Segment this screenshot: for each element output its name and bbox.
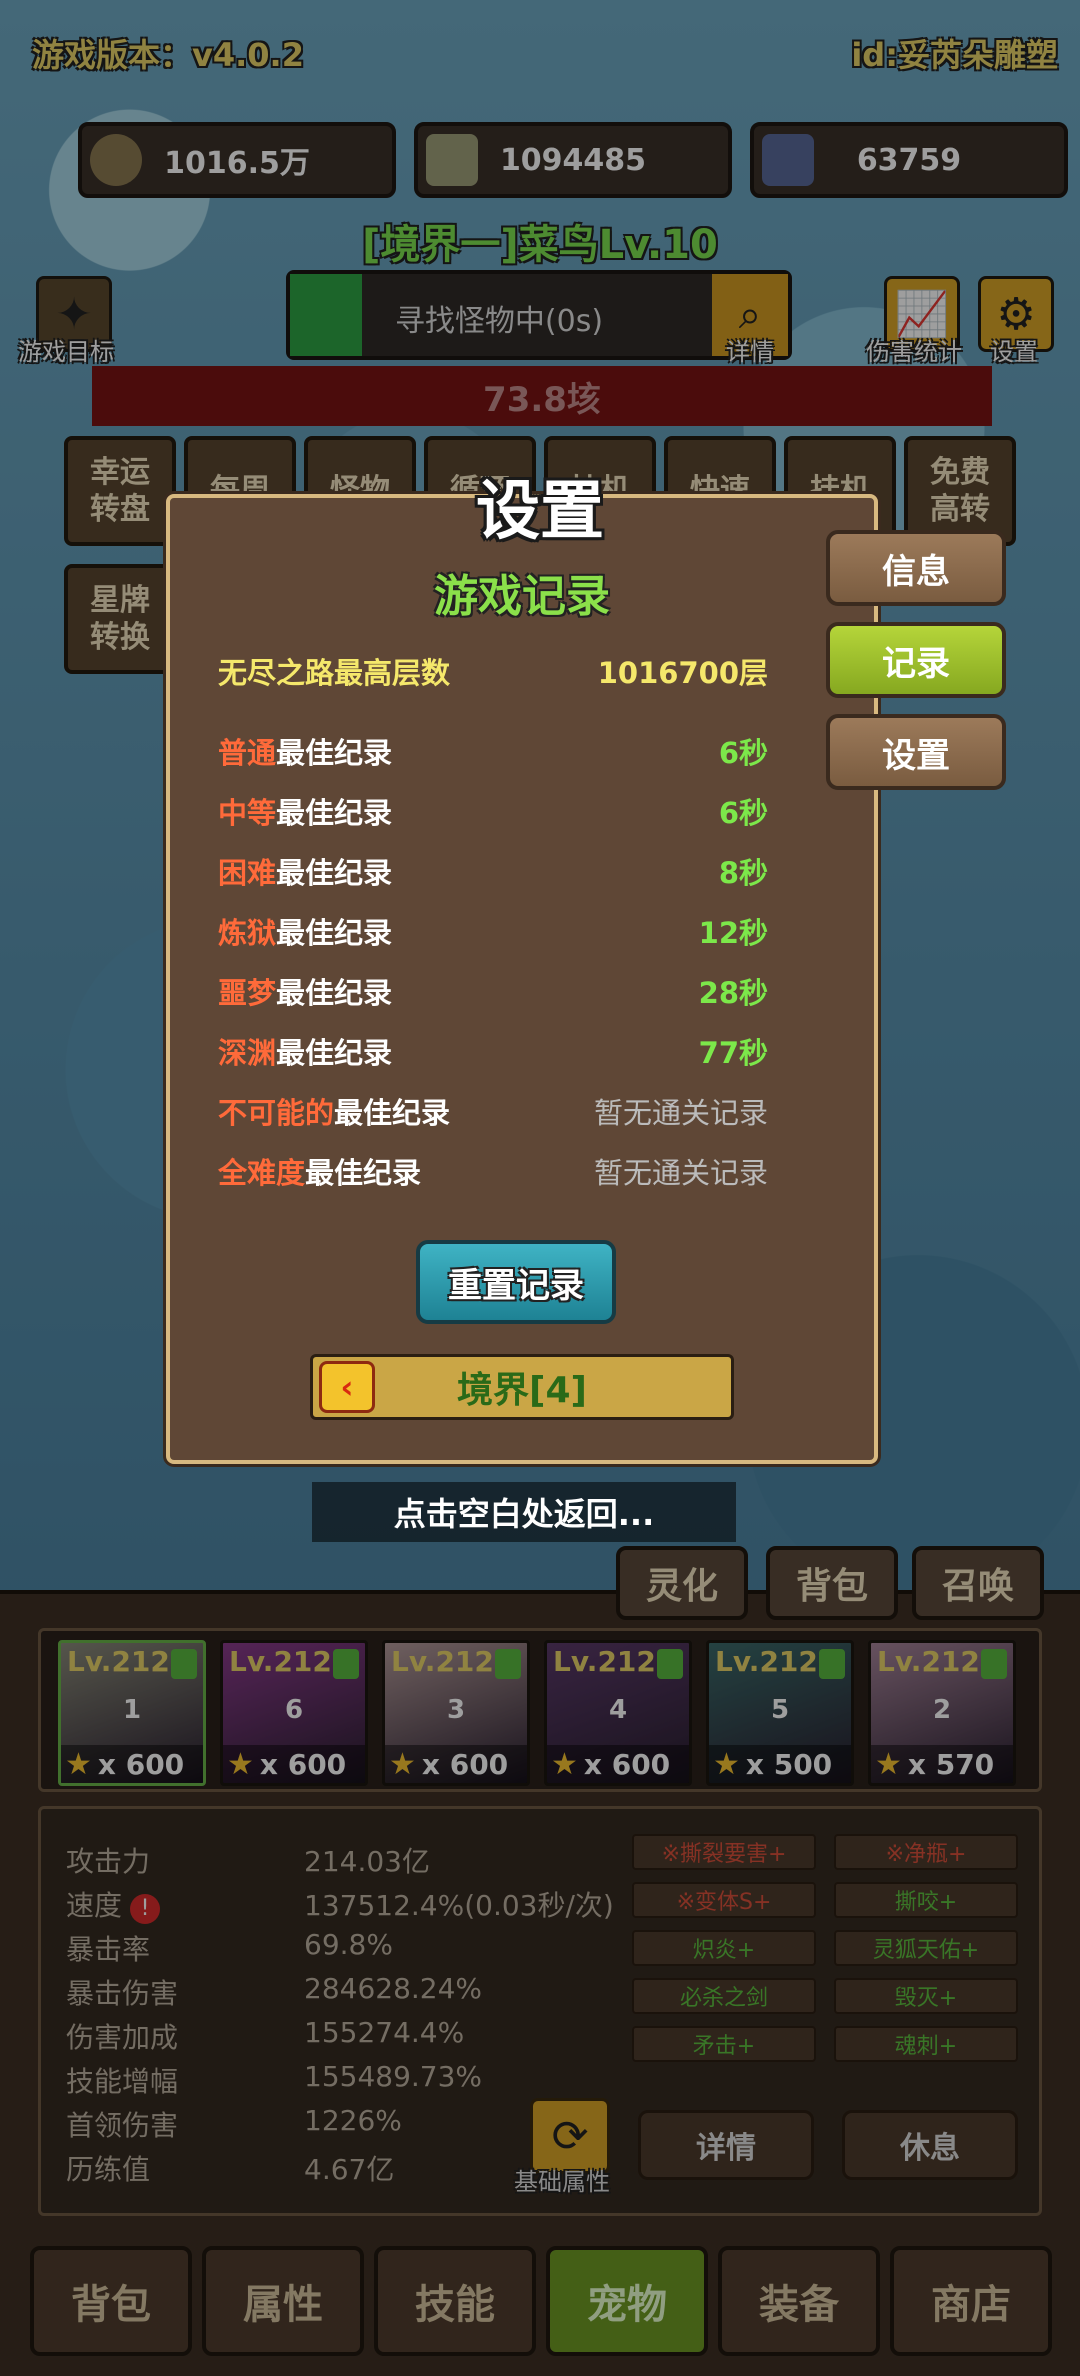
record-value: 6秒 [718, 736, 768, 770]
record-difficulty: 深渊 [218, 1036, 277, 1070]
realm-selector[interactable]: ‹ 境界[4] [310, 1354, 734, 1420]
record-suffix: 最佳纪录 [276, 736, 393, 770]
record-row: 全难度最佳纪录 暂无通关记录 [218, 1150, 768, 1192]
record-difficulty: 全难度 [218, 1156, 306, 1190]
record-row: 炼狱最佳纪录 12秒 [218, 910, 768, 952]
record-value: 28秒 [698, 976, 768, 1010]
record-row: 困难最佳纪录 8秒 [218, 850, 768, 892]
endless-value: 1016700层 [597, 656, 768, 690]
tap-to-return-hint[interactable]: 点击空白处返回... [312, 1482, 736, 1542]
record-row: 普通最佳纪录 6秒 [218, 730, 768, 772]
realm-selector-label: 境界[4] [457, 1370, 587, 1411]
endless-label: 无尽之路最高层数 [218, 656, 451, 690]
record-value: 6秒 [718, 796, 768, 830]
record-difficulty: 炼狱 [218, 916, 277, 950]
reset-records-button[interactable]: 重置记录 [416, 1240, 616, 1324]
chevron-left-icon[interactable]: ‹ [319, 1361, 375, 1413]
record-difficulty: 噩梦 [218, 976, 277, 1010]
record-value: 8秒 [718, 856, 768, 890]
record-suffix: 最佳纪录 [276, 976, 393, 1010]
record-value: 暂无通关记录 [593, 1096, 768, 1130]
record-suffix: 最佳纪录 [305, 1156, 422, 1190]
record-difficulty: 普通 [218, 736, 277, 770]
record-value: 12秒 [698, 916, 768, 950]
record-difficulty: 不可能的 [218, 1096, 335, 1130]
tab-settings[interactable]: 设置 [826, 714, 1006, 790]
record-value: 暂无通关记录 [593, 1156, 768, 1190]
record-row: 不可能的最佳纪录 暂无通关记录 [218, 1090, 768, 1132]
tab-info[interactable]: 信息 [826, 530, 1006, 606]
record-row: 深渊最佳纪录 77秒 [218, 1030, 768, 1072]
record-difficulty: 困难 [218, 856, 277, 890]
record-suffix: 最佳纪录 [276, 916, 393, 950]
tab-records[interactable]: 记录 [826, 622, 1006, 698]
record-row: 噩梦最佳纪录 28秒 [218, 970, 768, 1012]
record-difficulty: 中等 [218, 796, 277, 830]
record-suffix: 最佳纪录 [334, 1096, 451, 1130]
record-value: 77秒 [698, 1036, 768, 1070]
record-suffix: 最佳纪录 [276, 856, 393, 890]
dialog-subtitle: 游戏记录 [434, 571, 610, 622]
record-row: 中等最佳纪录 6秒 [218, 790, 768, 832]
record-suffix: 最佳纪录 [276, 796, 393, 830]
endless-record-row: 无尽之路最高层数 1016700层 [218, 650, 768, 692]
record-suffix: 最佳纪录 [276, 1036, 393, 1070]
